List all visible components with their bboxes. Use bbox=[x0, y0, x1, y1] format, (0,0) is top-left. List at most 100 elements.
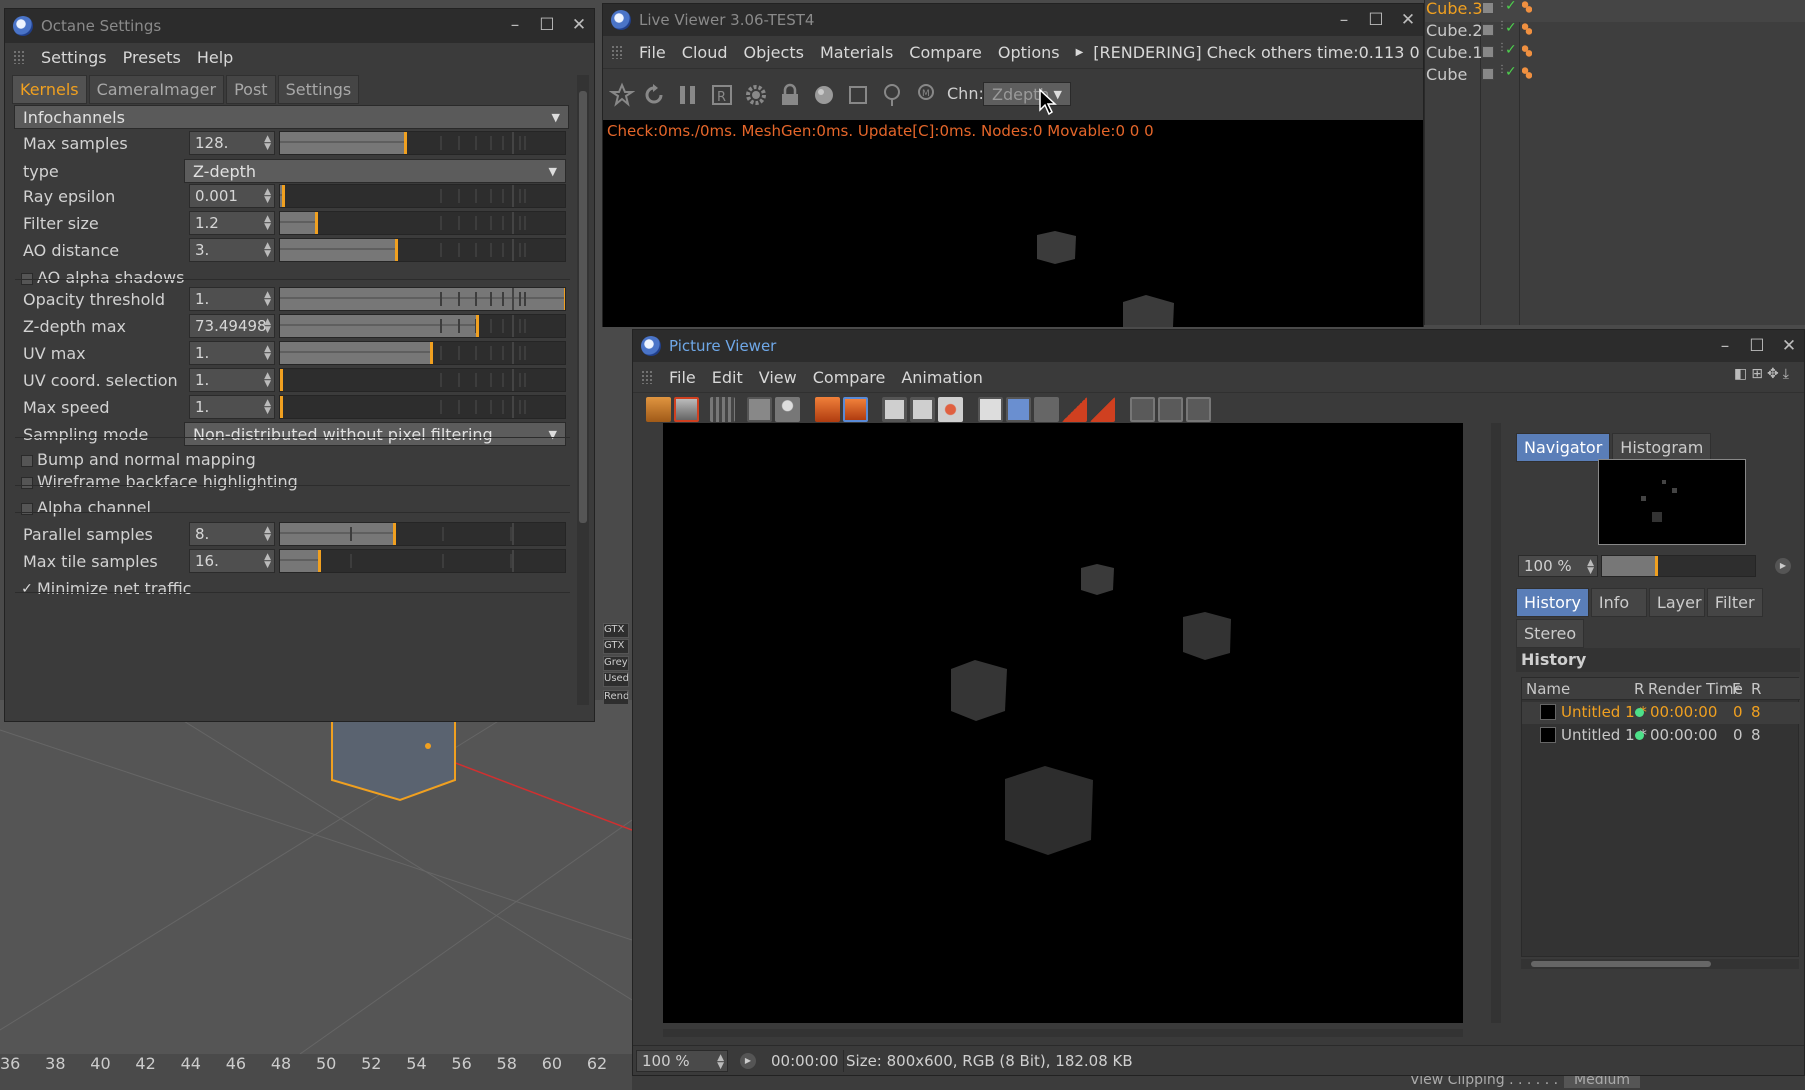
max-tile-samples-slider[interactable] bbox=[279, 549, 566, 573]
tab-navigator[interactable]: Navigator bbox=[1516, 433, 1611, 462]
set-b-icon[interactable] bbox=[1090, 397, 1115, 422]
uv-max-slider[interactable] bbox=[279, 341, 566, 365]
maximize-icon[interactable]: ☐ bbox=[538, 15, 556, 35]
ao-distance-slider-knob[interactable] bbox=[395, 239, 398, 261]
max-tile-samples-slider-knob[interactable] bbox=[318, 550, 321, 572]
grip-icon[interactable] bbox=[13, 50, 25, 64]
tag-icon[interactable] bbox=[1522, 1, 1532, 13]
navigator-zoom-field[interactable]: 100 % ▲ ▼ bbox=[1518, 555, 1598, 577]
type-dropdown[interactable]: Z-depth ▼ bbox=[184, 159, 566, 183]
octane-titlebar[interactable]: Octane Settings – ☐ ✕ bbox=[5, 9, 594, 43]
col-r[interactable]: R bbox=[1634, 680, 1644, 698]
max-speed-slider[interactable] bbox=[279, 395, 566, 419]
enabled-check-icon[interactable]: ✓ bbox=[1505, 20, 1517, 36]
object-item[interactable]: Cube bbox=[1426, 65, 1467, 84]
octane-scrollbar[interactable] bbox=[577, 75, 589, 705]
tab-cameraimager[interactable]: CameraImager bbox=[88, 75, 225, 104]
wireframe-backface-checkbox[interactable] bbox=[21, 477, 33, 489]
menu-compare[interactable]: Compare bbox=[813, 368, 886, 387]
sampling-mode-dropdown[interactable]: Non-distributed without pixel filtering … bbox=[184, 422, 566, 446]
max-tile-samples-field[interactable]: 16. ▲ ▼ bbox=[189, 549, 275, 573]
menu-settings[interactable]: Settings bbox=[41, 48, 107, 67]
picture-titlebar[interactable]: Picture Viewer – ☐ ✕ bbox=[633, 330, 1804, 362]
max-samples-slider[interactable] bbox=[279, 131, 566, 155]
layer-icon[interactable] bbox=[1482, 24, 1494, 36]
tab-stereo[interactable]: Stereo bbox=[1516, 619, 1585, 648]
layer-icon[interactable] bbox=[1482, 46, 1494, 58]
maximize-icon[interactable]: ☐ bbox=[1367, 10, 1385, 30]
compare-left-icon[interactable] bbox=[1130, 397, 1155, 422]
max-speed-field[interactable]: 1. ▲ ▼ bbox=[189, 395, 275, 419]
menu-compare[interactable]: Compare bbox=[909, 43, 982, 62]
uv-max-field[interactable]: 1. ▲ ▼ bbox=[189, 341, 275, 365]
ao-distance-slider[interactable] bbox=[279, 238, 566, 262]
layer-icon[interactable] bbox=[1482, 68, 1494, 80]
tag-icon[interactable] bbox=[1522, 23, 1532, 35]
navigator-preview[interactable] bbox=[1598, 459, 1746, 545]
object-item[interactable]: Cube.2 bbox=[1426, 21, 1483, 40]
menu-file[interactable]: File bbox=[639, 43, 666, 62]
grip-icon[interactable] bbox=[611, 45, 623, 59]
ray-epsilon-field[interactable]: 0.001 ▲ ▼ bbox=[189, 184, 275, 208]
tag-icon[interactable] bbox=[1522, 45, 1532, 57]
editor-viewport[interactable] bbox=[0, 700, 632, 1054]
filter-size-field[interactable]: 1.2 ▲ ▼ bbox=[189, 211, 275, 235]
ao-distance-field[interactable]: 3. ▲ ▼ bbox=[189, 238, 275, 262]
uv-max-slider-knob[interactable] bbox=[430, 342, 433, 364]
navigator-zoom-slider[interactable] bbox=[1601, 555, 1756, 577]
ab-split-icon[interactable] bbox=[1006, 397, 1031, 422]
max-samples-field[interactable]: 128. ▲ ▼ bbox=[189, 131, 275, 155]
menu-view[interactable]: View bbox=[759, 368, 797, 387]
col-f[interactable]: F bbox=[1732, 680, 1741, 698]
scene-icon[interactable] bbox=[747, 397, 772, 422]
grid-icon[interactable] bbox=[710, 397, 735, 422]
parallel-samples-slider[interactable] bbox=[279, 522, 566, 546]
menu-objects[interactable]: Objects bbox=[743, 43, 803, 62]
chevron-right-icon[interactable]: ▶ bbox=[1076, 47, 1084, 58]
alpha-channel-checkbox[interactable] bbox=[21, 503, 33, 515]
opacity-threshold-slider[interactable] bbox=[279, 287, 566, 311]
object-item[interactable]: Cube.3 bbox=[1426, 0, 1483, 18]
tab-histogram[interactable]: Histogram bbox=[1612, 433, 1712, 462]
tab-settings[interactable]: Settings bbox=[277, 75, 360, 104]
history-row[interactable]: Untitled 1 * 00:00:00 0 8 bbox=[1522, 725, 1800, 747]
grip-icon[interactable] bbox=[641, 370, 653, 384]
export-icon[interactable] bbox=[815, 397, 840, 422]
col-r2[interactable]: R bbox=[1751, 680, 1761, 698]
opacity-threshold-slider-knob[interactable] bbox=[564, 288, 565, 310]
compare-right-icon[interactable] bbox=[1186, 397, 1211, 422]
picture-hscroll[interactable] bbox=[663, 1029, 1463, 1037]
ray-epsilon-slider[interactable] bbox=[279, 184, 566, 208]
status-zoom-field[interactable]: 100 % ▲ ▼ bbox=[636, 1050, 728, 1072]
history-row[interactable]: Untitled 1 * 00:00:00 0 8 bbox=[1522, 702, 1800, 724]
zdepth-max-slider-knob[interactable] bbox=[476, 315, 479, 337]
frame-icon[interactable] bbox=[845, 82, 871, 108]
enabled-check-icon[interactable]: ✓ bbox=[1505, 64, 1517, 80]
menu-edit[interactable]: Edit bbox=[712, 368, 743, 387]
tab-filter[interactable]: Filter bbox=[1706, 588, 1763, 617]
open-icon[interactable] bbox=[646, 397, 671, 422]
gear-icon[interactable] bbox=[743, 82, 769, 108]
save-icon[interactable] bbox=[674, 397, 699, 422]
lock-icon[interactable] bbox=[777, 82, 803, 108]
tab-layer[interactable]: Layer bbox=[1648, 588, 1705, 617]
split-view-icon[interactable]: ◧ bbox=[1734, 366, 1747, 386]
enabled-check-icon[interactable]: ✓ bbox=[1505, 42, 1517, 58]
set-a-icon[interactable] bbox=[1062, 397, 1087, 422]
enabled-check-icon[interactable]: ✓ bbox=[1505, 0, 1517, 14]
menu-presets[interactable]: Presets bbox=[123, 48, 181, 67]
timeline-ruler[interactable]: 36 38 40 42 44 46 48 50 52 54 56 58 60 62 bbox=[0, 1054, 632, 1080]
parallel-samples-field[interactable]: 8. ▲ ▼ bbox=[189, 522, 275, 546]
bump-normal-mapping-checkbox[interactable] bbox=[21, 455, 33, 467]
reset-icon[interactable] bbox=[609, 82, 635, 108]
live-render-view[interactable] bbox=[603, 139, 1423, 327]
zdepth-max-field[interactable]: 73.49498 ▲ ▼ bbox=[189, 314, 275, 338]
menu-animation[interactable]: Animation bbox=[901, 368, 983, 387]
pause-icon[interactable] bbox=[675, 82, 701, 108]
person-icon[interactable] bbox=[775, 397, 800, 422]
opacity-threshold-field[interactable]: 1. ▲ ▼ bbox=[189, 287, 275, 311]
minimize-icon[interactable]: – bbox=[506, 15, 524, 35]
tab-history[interactable]: History bbox=[1516, 588, 1589, 617]
uv-coord-selection-field[interactable]: 1. ▲ ▼ bbox=[189, 368, 275, 392]
tab-post[interactable]: Post bbox=[226, 75, 276, 104]
